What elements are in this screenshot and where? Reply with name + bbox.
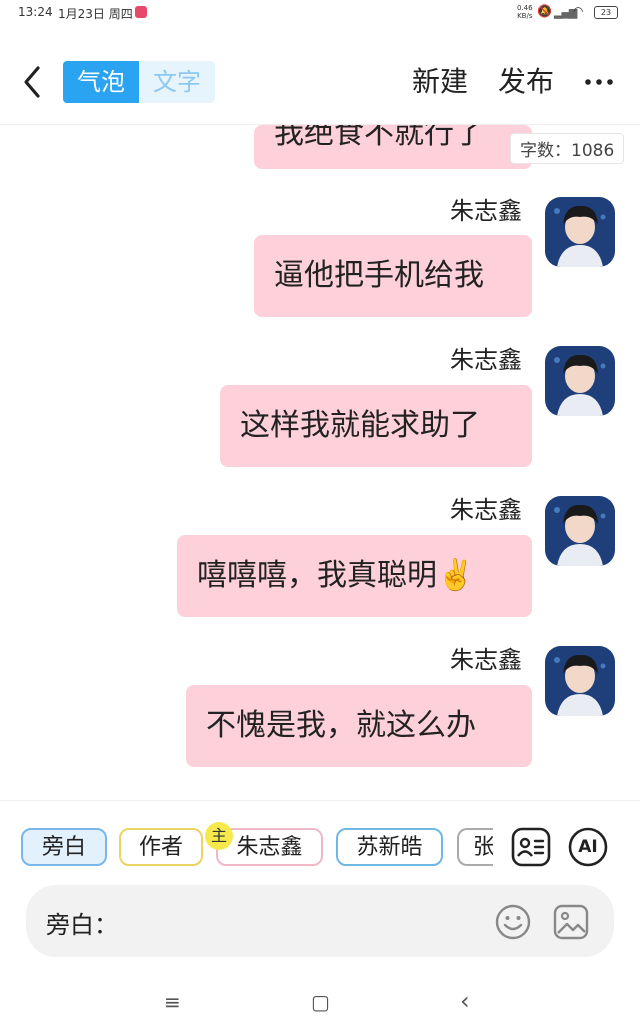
message-bubble[interactable]: 我绝食不就行了 — [254, 125, 532, 169]
avatar-image — [545, 646, 615, 716]
message-text: 嘻嘻嘻，我真聪明✌️ — [197, 558, 475, 593]
mode-toggle: 气泡 文字 — [63, 61, 215, 103]
network-speed-value: 0.46 — [517, 4, 533, 12]
speaker-label: 旁白： — [46, 911, 118, 939]
contact-card-icon — [511, 827, 551, 867]
message-text: 这样我就能求助了 — [240, 408, 480, 443]
status-date: 1月23日 周四 — [58, 7, 133, 21]
wifi-icon: ◠ — [573, 4, 584, 18]
home-icon[interactable]: ▢ — [311, 990, 330, 1014]
avatar[interactable] — [545, 346, 615, 416]
chevron-left-icon — [24, 66, 40, 98]
status-time: 13:24 — [18, 5, 53, 19]
message-text: 逼他把手机给我 — [274, 258, 484, 293]
sender-name: 朱志鑫 — [450, 197, 522, 225]
message-input[interactable] — [126, 899, 490, 945]
tab-text[interactable]: 文字 — [139, 61, 215, 103]
message-bubble[interactable]: 不愧是我，就这么办 — [186, 685, 532, 767]
tab-bubble[interactable]: 气泡 — [63, 61, 139, 103]
emoji-icon — [495, 904, 531, 940]
sender-name: 朱志鑫 — [450, 496, 522, 524]
message-text: 我绝食不就行了 — [274, 125, 484, 151]
avatar[interactable] — [545, 646, 615, 716]
avatar-image — [545, 346, 615, 416]
message-bubble[interactable]: 嘻嘻嘻，我真聪明✌️ — [177, 535, 532, 617]
app-notification-icon — [135, 6, 147, 18]
menu-icon[interactable]: ≡ — [164, 990, 181, 1014]
chat-area[interactable]: 我绝食不就行了 字数：1086 朱志鑫 逼他把手机给我 朱志鑫 这样我就能求助了… — [0, 125, 640, 801]
back-button[interactable] — [18, 62, 48, 102]
avatar-image — [545, 197, 615, 267]
back-nav-icon[interactable]: ‹ — [460, 987, 470, 1015]
emoji-button[interactable] — [494, 903, 532, 945]
message-bubble[interactable]: 逼他把手机给我 — [254, 235, 532, 317]
role-manager-button[interactable] — [511, 827, 551, 867]
word-count-badge: 字数：1086 — [510, 133, 625, 164]
network-speed-unit: KB/s — [517, 12, 533, 20]
more-horizontal-icon — [585, 79, 613, 85]
compose-panel: 旁白 作者 朱志鑫 主 苏新皓 张 AI 旁白： — [0, 800, 640, 983]
more-button[interactable] — [584, 62, 614, 114]
mute-icon: 🔕 — [537, 4, 552, 18]
ai-button[interactable]: AI — [568, 827, 608, 867]
new-button[interactable]: 新建 — [412, 62, 468, 102]
network-speed: 0.46 KB/s — [517, 4, 533, 20]
avatar[interactable] — [545, 496, 615, 566]
role-chip-su-xinhao[interactable]: 苏新皓 — [336, 828, 443, 866]
sender-name: 朱志鑫 — [450, 346, 522, 374]
ai-label: AI — [578, 837, 598, 857]
publish-button[interactable]: 发布 — [498, 62, 554, 102]
role-chip-narration[interactable]: 旁白 — [21, 828, 107, 866]
image-button[interactable] — [552, 903, 590, 945]
image-icon — [553, 904, 589, 940]
message-text: 不愧是我，就这么办 — [206, 708, 476, 743]
role-chip-author[interactable]: 作者 — [119, 828, 203, 866]
top-bar: 气泡 文字 新建 发布 — [0, 40, 640, 125]
role-chip-zhang[interactable]: 张 — [457, 828, 493, 866]
message-composer: 旁白： — [26, 885, 614, 957]
status-bar: 13:24 1月23日 周四 0.46 KB/s 🔕 ▂▄▆ ◠ 23 — [0, 0, 640, 26]
sender-name: 朱志鑫 — [450, 646, 522, 674]
message-bubble[interactable]: 这样我就能求助了 — [220, 385, 532, 467]
avatar[interactable] — [545, 197, 615, 267]
avatar-image — [545, 496, 615, 566]
battery-icon: 23 — [594, 6, 618, 19]
main-role-badge: 主 — [205, 822, 233, 850]
system-nav-bar: ≡ ▢ ‹ — [0, 982, 640, 1024]
